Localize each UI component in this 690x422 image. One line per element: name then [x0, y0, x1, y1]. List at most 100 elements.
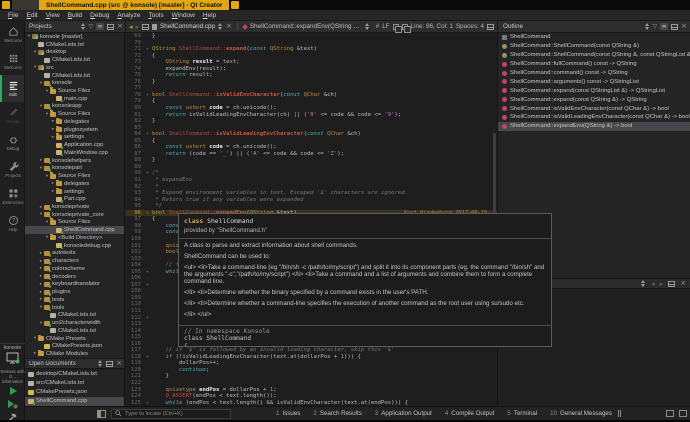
editor-action-icon[interactable] — [402, 24, 408, 30]
split-pane-icon[interactable] — [106, 361, 113, 367]
menu-debug[interactable]: Debug — [86, 12, 113, 19]
mode-item-help[interactable]: ?Help — [0, 210, 24, 237]
menu-help[interactable]: Help — [199, 12, 220, 19]
close-pane-icon[interactable]: × — [681, 23, 687, 30]
tree-item[interactable]: ▾konsolepart — [25, 164, 124, 172]
outline-item[interactable]: ShellCommand::isValidEnvCharacter(const … — [498, 104, 690, 113]
outline-item[interactable]: ShellCommand::ShellCommand(const QString… — [498, 51, 690, 60]
tree-item[interactable]: ▸keyboardtranslator — [25, 281, 124, 289]
tree-item[interactable]: CMakeLists.txt — [25, 72, 124, 80]
tree-item[interactable]: ▾uni2characterwidth — [25, 319, 124, 327]
outline-item[interactable]: ShellCommand — [498, 33, 690, 42]
close-pane-icon[interactable]: × — [680, 280, 686, 287]
go-back-icon[interactable]: ◂ — [129, 23, 133, 31]
close-pane-icon[interactable]: × — [117, 23, 123, 30]
tree-item[interactable]: ▸delegates — [25, 118, 124, 126]
tree-item[interactable]: ▾Source Files — [25, 87, 124, 95]
tree-item[interactable]: ▾konsoleprivate_core — [25, 211, 124, 219]
close-pane-icon[interactable]: × — [116, 360, 122, 367]
tree-item[interactable]: ▸konsolehelpers — [25, 157, 124, 165]
tree-item[interactable]: ▸delegates — [25, 180, 124, 188]
maximize-output-icon[interactable] — [679, 410, 687, 417]
output-pane-button-application-output[interactable]: 3Application Output — [375, 410, 432, 417]
sort-icon[interactable]: ▽ — [653, 24, 658, 30]
menu-window[interactable]: Window — [168, 12, 199, 19]
editor-menu-icon[interactable] — [487, 24, 494, 30]
menu-view[interactable]: View — [42, 12, 64, 19]
annotate-toggle[interactable]: # — [376, 23, 380, 30]
outline-item[interactable]: ShellCommand::command() const -> QString — [498, 69, 690, 78]
mode-item-edit[interactable]: Edit — [0, 75, 24, 102]
outline-item[interactable]: ShellCommand::isValidLeadingEnvCharacter… — [498, 113, 690, 122]
tree-item[interactable]: ▸characters — [25, 257, 124, 265]
sidebar-toggle-icon[interactable] — [97, 410, 106, 418]
pane-combo-icon[interactable] — [98, 360, 103, 367]
mode-item-projects[interactable]: Projects — [0, 156, 24, 183]
open-document-item[interactable]: desktop/CMakeLists.txt — [25, 370, 124, 379]
tree-item[interactable]: MainWindow.cpp — [25, 149, 124, 157]
output-pane-button-terminal[interactable]: 5Terminal — [507, 410, 537, 417]
filter-icon[interactable]: ▽ — [89, 24, 94, 30]
tree-item[interactable]: ▾src — [25, 64, 124, 72]
go-forward-icon[interactable]: ▸ — [136, 23, 140, 31]
tree-item[interactable]: ▾tools — [25, 304, 124, 312]
tree-item[interactable]: CMakeLists.txt — [25, 311, 124, 319]
pane-combo-icon[interactable] — [81, 23, 86, 30]
window-tab-segment[interactable] — [12, 0, 39, 10]
menu-tools[interactable]: Tools — [144, 12, 167, 19]
run-button[interactable] — [0, 384, 25, 397]
tree-item[interactable]: main.cpp — [25, 95, 124, 103]
line-ending-indicator[interactable]: LF — [382, 23, 389, 30]
tree-item[interactable]: ▾<Build Directory> — [25, 234, 124, 242]
split-pane-icon[interactable] — [107, 24, 114, 30]
outline-item[interactable]: ShellCommand::expandEnv(QString &) -> bo… — [498, 122, 690, 131]
tree-item[interactable]: ▸decoders — [25, 273, 124, 281]
tree-item[interactable]: ▾CMake Presets — [25, 335, 124, 343]
tree-item[interactable]: ShellCommand.cpp — [25, 226, 124, 234]
tree-item[interactable]: Application.cpp — [25, 141, 124, 149]
tree-item[interactable]: ▾Source Files — [25, 172, 124, 180]
outline-item[interactable]: ShellCommand::arguments() const -> QStri… — [498, 77, 690, 86]
editor-action-icon[interactable] — [393, 24, 399, 30]
close-document-icon[interactable]: × — [226, 23, 232, 30]
mode-item-extensions[interactable]: Extensions — [0, 183, 24, 210]
menu-edit[interactable]: Edit — [23, 12, 42, 19]
tree-item[interactable]: CMakePresets.json — [25, 342, 124, 350]
symbol-dropdown-icon[interactable] — [365, 23, 370, 30]
split-editor-icon[interactable] — [142, 24, 149, 30]
menu-analyze[interactable]: Analyze — [113, 12, 144, 19]
sync-with-editor-icon[interactable]: ∞ — [96, 23, 104, 30]
tree-item[interactable]: ▸plugins — [25, 288, 124, 296]
tree-item[interactable]: Part.cpp — [25, 195, 124, 203]
outline-item[interactable]: ShellCommand::ShellCommand(const QString… — [498, 42, 690, 51]
cursor-position[interactable]: Line: 96, Col: 1 — [411, 23, 453, 30]
tree-item[interactable]: ▸konsoleprivate — [25, 203, 124, 211]
split-pane-icon[interactable] — [668, 281, 675, 287]
tree-item[interactable]: konsoledebug.cpp — [25, 242, 124, 250]
mode-item-design[interactable]: Design — [0, 102, 24, 129]
kit-selector[interactable]: konsole Release with D... Information — [0, 343, 25, 422]
history-forward-icon[interactable]: ▸ — [660, 280, 664, 288]
mode-item-debug[interactable]: Debug — [0, 129, 24, 156]
output-pane-button-compile-output[interactable]: 4Compile Output — [445, 410, 494, 417]
tree-item[interactable]: ▸CMake Modules — [25, 350, 124, 358]
locator-input[interactable]: Type to locate (Ctrl+K) — [111, 409, 231, 419]
output-pane-button-issues[interactable]: 1Issues — [276, 410, 300, 417]
output-pane-button-search-results[interactable]: 2Search Results — [313, 410, 361, 417]
output-pane-button-general-messages[interactable]: 10General Messages — [550, 410, 612, 417]
mode-item-welcome[interactable]: Welcome — [0, 21, 24, 48]
outline-item[interactable]: ShellCommand::expand(const QStringList &… — [498, 86, 690, 95]
debug-run-button[interactable] — [0, 397, 25, 410]
tree-item[interactable]: CMakeLists.txt — [25, 56, 124, 64]
tree-item[interactable]: ▾Source Files — [25, 110, 124, 118]
document-dropdown-icon[interactable] — [218, 23, 223, 30]
pane-combo-icon[interactable] — [645, 23, 650, 30]
tree-item[interactable]: ▸settings — [25, 188, 124, 196]
indentation-indicator[interactable]: Spaces: 4 — [456, 23, 484, 30]
tree-item[interactable]: CMakeLists.txt — [25, 327, 124, 335]
tree-item[interactable]: ▸tests — [25, 296, 124, 304]
tree-item[interactable]: ▾Source Files — [25, 219, 124, 227]
tree-item[interactable]: ▸settings — [25, 134, 124, 142]
menu-file[interactable]: File — [4, 12, 23, 19]
open-document-item[interactable]: ShellCommand.cpp — [25, 397, 124, 406]
